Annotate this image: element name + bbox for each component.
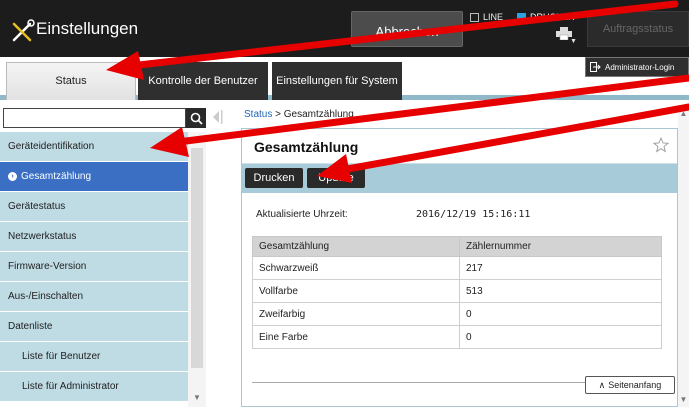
updated-time-label: Aktualisierte Uhrzeit: <box>256 209 348 220</box>
back-to-top-label: Seitenanfang <box>608 380 662 390</box>
sidebar-item-label: Liste für Benutzer <box>22 351 101 362</box>
chevron-up-icon: ∧ <box>598 379 606 390</box>
sidebar-item-label: Datenliste <box>8 321 53 332</box>
search-icon <box>190 112 203 125</box>
sidebar-item-label: Gesamtzählung <box>21 171 92 182</box>
cancel-button[interactable]: Abbrechen <box>351 11 463 47</box>
tab-status[interactable]: Status <box>6 62 136 100</box>
sidebar-item-data-list[interactable]: Datenliste <box>0 312 188 342</box>
table-cell: Eine Farbe <box>252 325 460 349</box>
drucker-label: DRUCKER <box>530 12 575 22</box>
sidebar-item-label: Geräteidentifikation <box>8 141 95 152</box>
nav-list: Geräteidentifikation › Gesamtzählung Gerä… <box>0 132 188 402</box>
breadcrumb-separator: > <box>275 109 281 120</box>
star-icon[interactable] <box>653 137 669 153</box>
table-cell: Schwarzweiß <box>252 256 460 280</box>
breadcrumb: Status > Gesamtzählung <box>244 109 354 120</box>
table-row: Vollfarbe 513 <box>252 279 662 303</box>
sidebar-item-total-count[interactable]: › Gesamtzählung <box>0 162 188 192</box>
printer-tab-line[interactable]: LINE <box>470 12 503 22</box>
collapse-sidebar-button[interactable] <box>207 105 227 129</box>
scroll-down-icon[interactable]: ▼ <box>188 391 206 403</box>
sidebar-item-admin-list[interactable]: Liste für Administrator <box>0 372 188 402</box>
sidebar-item-label: Gerätestatus <box>8 201 66 212</box>
admin-login-label: Administrator-Login <box>605 62 675 72</box>
sidebar-item-label: Liste für Administrator <box>22 381 119 392</box>
table-cell: Zweifarbig <box>252 302 460 326</box>
table-cell: 513 <box>459 279 662 303</box>
table-row: Zweifarbig 0 <box>252 302 662 326</box>
drucker-indicator-icon <box>517 12 526 22</box>
printer-tab-drucker[interactable]: DRUCKER <box>517 12 575 22</box>
panel-header: Gesamtzählung <box>242 129 677 164</box>
main-scrollbar[interactable]: ▲ ▼ <box>678 105 689 407</box>
tab-user-control[interactable]: Kontrolle der Benutzer <box>138 62 268 100</box>
login-icon <box>590 62 601 72</box>
back-to-top-button[interactable]: ∧ Seitenanfang <box>585 376 675 394</box>
sidebar-item-network-status[interactable]: Netzwerkstatus <box>0 222 188 252</box>
page-title: Gesamtzählung <box>254 139 359 155</box>
sidebar-scroll-thumb[interactable] <box>191 148 203 368</box>
action-bar: Drucken Update <box>242 164 677 193</box>
divider <box>252 382 592 383</box>
table-row: Eine Farbe 0 <box>252 325 662 349</box>
wrench-screwdriver-icon <box>12 19 35 42</box>
app-title: Einstellungen <box>36 19 139 38</box>
collapse-left-icon <box>213 110 223 124</box>
table-header-row: Gesamtzählung Zählernummer <box>252 236 662 257</box>
scroll-up-icon[interactable]: ▲ <box>678 107 689 119</box>
sidebar-item-power[interactable]: Aus-/Einschalten <box>0 282 188 312</box>
breadcrumb-status-link[interactable]: Status <box>244 109 272 120</box>
search-button[interactable] <box>186 108 206 128</box>
tab-system-settings[interactable]: Einstellungen für System <box>272 62 402 100</box>
breadcrumb-current: Gesamtzählung <box>283 109 354 120</box>
sidebar-scrollbar[interactable]: ▲ ▼ <box>188 132 206 407</box>
table-row: Schwarzweiß 217 <box>252 256 662 280</box>
count-table: Gesamtzählung Zählernummer Schwarzweiß 2… <box>252 236 662 349</box>
total-count-panel: Gesamtzählung Drucken Update Aktualisier… <box>241 128 678 407</box>
scroll-up-icon[interactable]: ▲ <box>188 134 206 146</box>
tab-strip: Status Kontrolle der Benutzer Einstellun… <box>0 57 689 100</box>
table-cell: 0 <box>459 302 662 326</box>
admin-login-button[interactable]: Administrator-Login <box>585 57 689 77</box>
sidebar-item-label: Firmware-Version <box>8 261 87 272</box>
line-label: LINE <box>483 12 504 22</box>
sidebar-item-label: Aus-/Einschalten <box>8 291 84 302</box>
table-cell: 217 <box>459 256 662 280</box>
update-button[interactable]: Update <box>307 168 365 188</box>
main-content: Status > Gesamtzählung Gesamtzählung Dru… <box>231 105 689 407</box>
updated-time-value: 2016/12/19 15:16:11 <box>416 209 531 220</box>
column-header: Gesamtzählung <box>252 236 460 257</box>
sidebar-item-firmware-version[interactable]: Firmware-Version <box>0 252 188 282</box>
table-cell: Vollfarbe <box>252 279 460 303</box>
sidebar-item-device-status[interactable]: Gerätestatus <box>0 192 188 222</box>
top-bar: Einstellungen Abbrechen LINE DRUCKER ▼ A… <box>0 0 689 57</box>
sidebar: Geräteidentifikation › Gesamtzählung Gerä… <box>0 105 223 407</box>
sidebar-item-user-list[interactable]: Liste für Benutzer <box>0 342 188 372</box>
column-header: Zählernummer <box>459 236 662 257</box>
job-status-button[interactable]: Auftragsstatus <box>587 11 689 47</box>
scroll-down-icon[interactable]: ▼ <box>678 393 689 405</box>
search-input[interactable] <box>3 108 186 128</box>
table-cell: 0 <box>459 325 662 349</box>
print-button[interactable]: Drucken <box>245 168 303 188</box>
sidebar-item-device-identification[interactable]: Geräteidentifikation <box>0 132 188 162</box>
chevron-right-icon: › <box>8 172 17 181</box>
chevron-down-icon[interactable]: ▼ <box>570 38 577 45</box>
line-checkbox-icon <box>470 12 479 22</box>
sidebar-item-label: Netzwerkstatus <box>8 231 77 242</box>
